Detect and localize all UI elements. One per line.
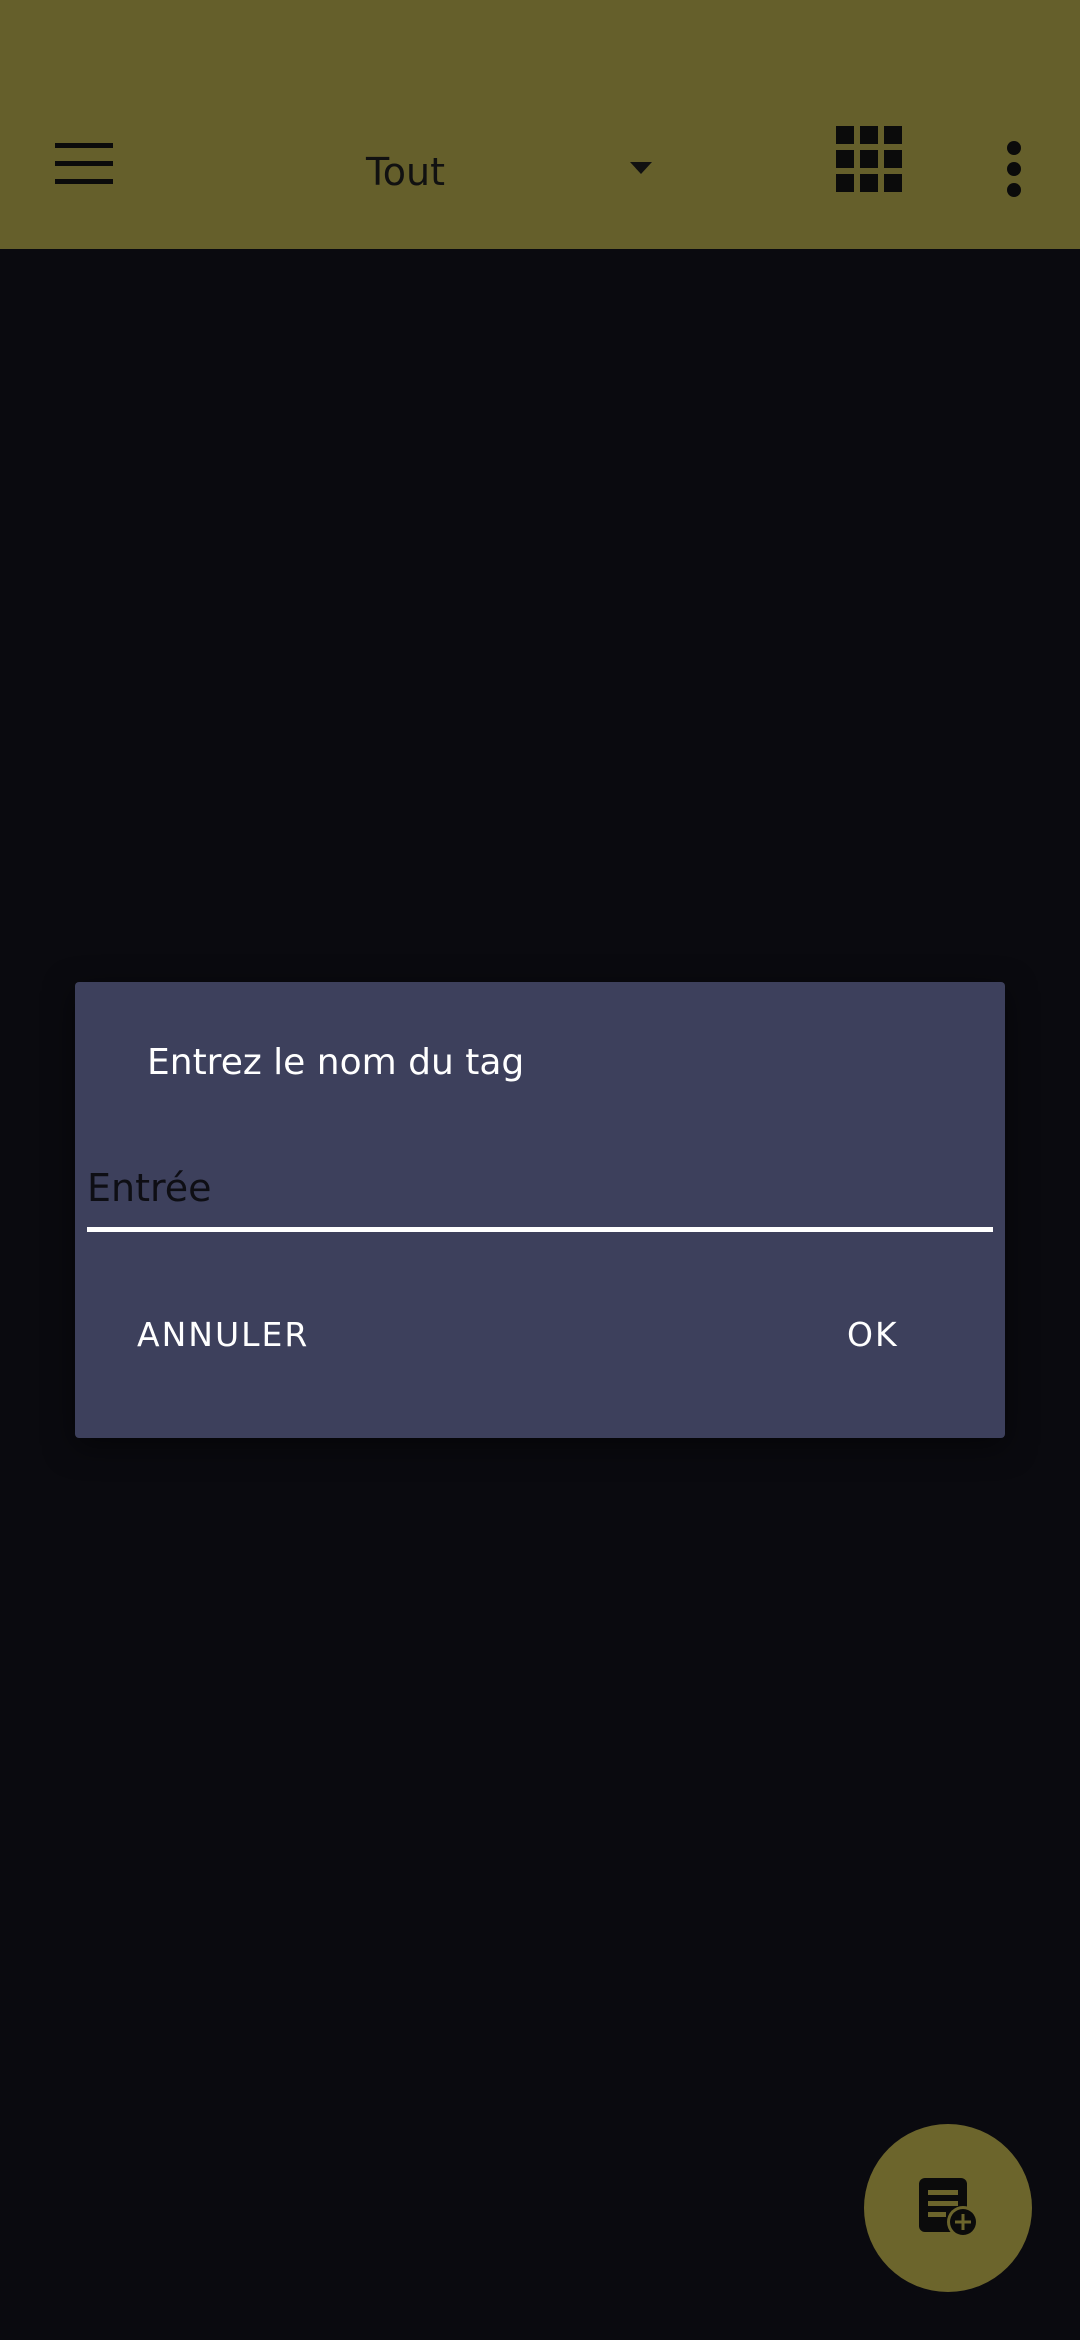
grid-cell (860, 174, 878, 192)
app-bar: Tout (0, 0, 1080, 249)
tag-name-dialog: Entrez le nom du tag ANNULER OK (75, 982, 1005, 1438)
grid-cell (884, 150, 902, 168)
grid-cell (884, 174, 902, 192)
more-dot (1007, 183, 1021, 197)
more-dot (1007, 141, 1021, 155)
input-underline (87, 1227, 993, 1232)
grid-cell (860, 126, 878, 144)
grid-cell (836, 174, 854, 192)
more-options-button[interactable] (990, 130, 1038, 206)
add-note-icon (919, 2178, 979, 2238)
add-note-button[interactable] (864, 2124, 1032, 2292)
screen: Tout Entrez le nom du tag Entrée ANNULER… (0, 0, 1080, 2340)
dialog-title: Entrez le nom du tag (147, 1042, 525, 1083)
filter-dropdown-label: Tout (366, 150, 445, 194)
grid-cell (860, 150, 878, 168)
menu-button[interactable] (40, 128, 128, 200)
cancel-button[interactable]: ANNULER (115, 1294, 331, 1374)
tag-name-input[interactable] (87, 1158, 993, 1218)
more-dot (1007, 162, 1021, 176)
grid-cell (836, 150, 854, 168)
hamburger-menu-icon (55, 143, 113, 184)
grid-cell (836, 126, 854, 144)
grid-view-button[interactable] (836, 126, 916, 206)
caret-down-icon (630, 162, 652, 174)
grid-cell (884, 126, 902, 144)
filter-dropdown[interactable]: Tout (330, 134, 670, 210)
ok-button[interactable]: OK (825, 1294, 921, 1374)
